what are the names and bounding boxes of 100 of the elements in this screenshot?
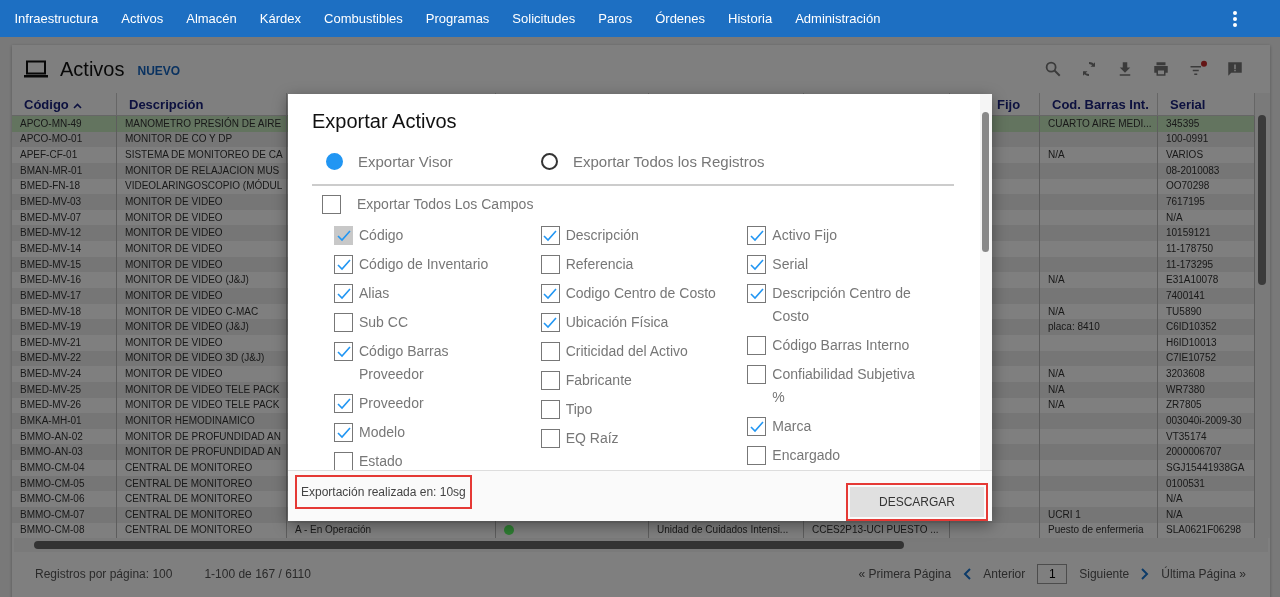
table-cell: VT35174: [1166, 429, 1207, 444]
table-cell: N/A: [1048, 367, 1065, 382]
table-cell: BMED-MV-14: [20, 241, 82, 256]
table-cell: BMED-MV-24: [20, 367, 82, 382]
table-cell: 10159121: [1166, 226, 1211, 241]
table-cell: MANOMETRO PRESIÓN DE AIRE: [125, 116, 282, 131]
checkbox-label: Criticidad del Activo: [565, 342, 689, 361]
table-cell: BMED-MV-25: [20, 382, 82, 397]
checkbox-label: Referencia: [565, 255, 635, 274]
table-cell: BMED-FN-18: [20, 179, 80, 194]
checkbox-label: Confiabilidad Subjetiva %: [772, 365, 916, 407]
checkbox-label: Activo Fijo: [772, 226, 838, 245]
table-cell: 345395: [1166, 116, 1200, 131]
checkbox-label: Marca: [772, 417, 813, 436]
table-cell: BMMO-CM-05: [20, 476, 85, 491]
table-cell: 08-2010083: [1166, 163, 1220, 178]
table-cell: WR7380: [1166, 382, 1205, 397]
table-cell: VARIOS: [1166, 148, 1204, 163]
checkbox-label: EQ Raíz: [565, 429, 620, 448]
checkbox-label: Sub CC: [359, 313, 410, 332]
table-cell: MONITOR DE CO Y DP: [125, 132, 233, 147]
table-cell: BMED-MV-18: [20, 304, 82, 319]
table-cell: MONITOR DE VIDEO: [125, 367, 223, 382]
table-cell: BMED-MV-03: [20, 195, 82, 209]
table-cell: UCRI 1: [1048, 507, 1081, 522]
table-cell: APCO-MO-01: [20, 132, 83, 147]
table-cell: 100-0991: [1166, 132, 1209, 147]
checkbox-label: Código Barras Proveedor: [359, 342, 450, 384]
table-cell: BMED-MV-15: [20, 257, 82, 272]
table-cell: BMMO-AN-03: [20, 445, 83, 460]
table-cell: CENTRAL DE MONITOREO: [125, 507, 253, 522]
checkbox-label: Encargado: [772, 446, 842, 465]
table-cell: N/A: [1048, 398, 1065, 413]
table-cell: MONITOR DE VIDEO: [125, 195, 223, 209]
table-cell: N/A: [1048, 304, 1065, 319]
table-cell: placa: 8410: [1048, 320, 1100, 335]
table-cell: MONITOR DE VIDEO: [125, 257, 223, 272]
page-title: Activos: [60, 57, 125, 81]
table-cell: BMMO-CM-07: [20, 507, 85, 522]
table-cell: N/A: [1166, 507, 1183, 522]
checkbox-label: Descripción: [565, 226, 640, 245]
table-cell: BMMO-CM-06: [20, 492, 85, 507]
rows-per-page-label: Registros por página: 100: [35, 567, 173, 582]
table-cell: Unidad de Cuidados Intensi...: [657, 523, 789, 538]
table-cell: 11-178750: [1166, 241, 1214, 256]
table-cell: E31A10078: [1166, 273, 1219, 288]
table-cell: MONITOR HEMODINAMICO: [125, 414, 255, 428]
table-cell: OO70298: [1166, 179, 1210, 194]
table-cell: MONITOR DE RELAJACION MUS: [125, 163, 280, 178]
table-cell: BMKA-MH-01: [20, 414, 82, 428]
table-cell: BMMO-AN-02: [20, 429, 83, 444]
table-cell: TU5890: [1166, 304, 1202, 319]
table-cell: N/A: [1166, 492, 1183, 507]
table-cell: CENTRAL DE MONITOREO: [125, 476, 253, 491]
table-cell: CENTRAL DE MONITOREO: [125, 492, 253, 507]
checkbox-label: Código: [359, 226, 405, 245]
table-cell: MONITOR DE VIDEO: [125, 210, 223, 225]
table-cell: BMED-MV-22: [20, 351, 82, 366]
table-cell: MONITOR DE VIDEO (J&J): [125, 273, 249, 288]
table-cell: CCES2P13-UCI PUESTO ...: [812, 523, 939, 538]
checkbox-label: Proveedor: [359, 394, 425, 413]
table-cell: APEF-CF-01: [20, 148, 78, 163]
table-cell: 2000006707: [1166, 445, 1222, 460]
table-cell: MONITOR DE PROFUNDIDAD AN: [125, 445, 281, 460]
table-cell: BMMO-CM-08: [20, 523, 85, 538]
table-cell: MONITOR DE VIDEO 3D (J&J): [125, 351, 265, 366]
table-cell: N/A: [1166, 210, 1183, 225]
table-cell: VIDEOLARINGOSCOPIO (MÓDUL: [125, 179, 283, 194]
checkbox-label: Ubicación Física: [565, 313, 670, 332]
table-cell: CENTRAL DE MONITOREO: [125, 523, 253, 538]
checkbox-label: Serial: [772, 255, 810, 274]
table-cell: APCO-MN-49: [20, 116, 82, 131]
table-cell: BMAN-MR-01: [20, 163, 83, 178]
table-cell: BMMO-CM-04: [20, 460, 85, 475]
checkbox-label: Código de Inventario: [359, 255, 490, 274]
table-cell: ZR7805: [1166, 398, 1202, 413]
table-cell: MONITOR DE PROFUNDIDAD AN: [125, 429, 281, 444]
checkbox-label: Estado: [359, 452, 404, 470]
table-cell: H6ID10013: [1166, 335, 1217, 350]
table-cell: C6ID10352: [1166, 320, 1217, 335]
table-cell: BMED-MV-07: [20, 210, 82, 225]
table-cell: MONITOR DE VIDEO (J&J): [125, 320, 249, 335]
table-cell: BMED-MV-21: [20, 335, 82, 350]
table-cell: CENTRAL DE MONITOREO: [125, 460, 253, 475]
table-cell: MONITOR DE VIDEO C-MAC: [125, 304, 259, 319]
table-cell: BMED-MV-26: [20, 398, 82, 413]
radio-label: Exportar Todos los Registros: [573, 152, 765, 170]
table-cell: N/A: [1048, 382, 1065, 397]
table-cell: N/A: [1048, 273, 1065, 288]
table-cell: 7617195: [1166, 195, 1205, 209]
table-cell: C7IE10752: [1166, 351, 1217, 366]
table-cell: 11-173295: [1166, 257, 1214, 272]
table-cell: CUARTO AIRE MEDI...: [1048, 116, 1152, 131]
table-cell: Puesto de enfermeria: [1048, 523, 1144, 538]
table-cell: SLA0621F06298: [1166, 523, 1242, 538]
table-cell: 0100531: [1166, 476, 1205, 491]
checkbox-label: Fabricante: [565, 371, 633, 390]
table-cell: 7400141: [1166, 288, 1205, 303]
table-cell: MONITOR DE VIDEO: [125, 241, 223, 256]
table-cell: MONITOR DE VIDEO TELE PACK: [125, 382, 280, 397]
